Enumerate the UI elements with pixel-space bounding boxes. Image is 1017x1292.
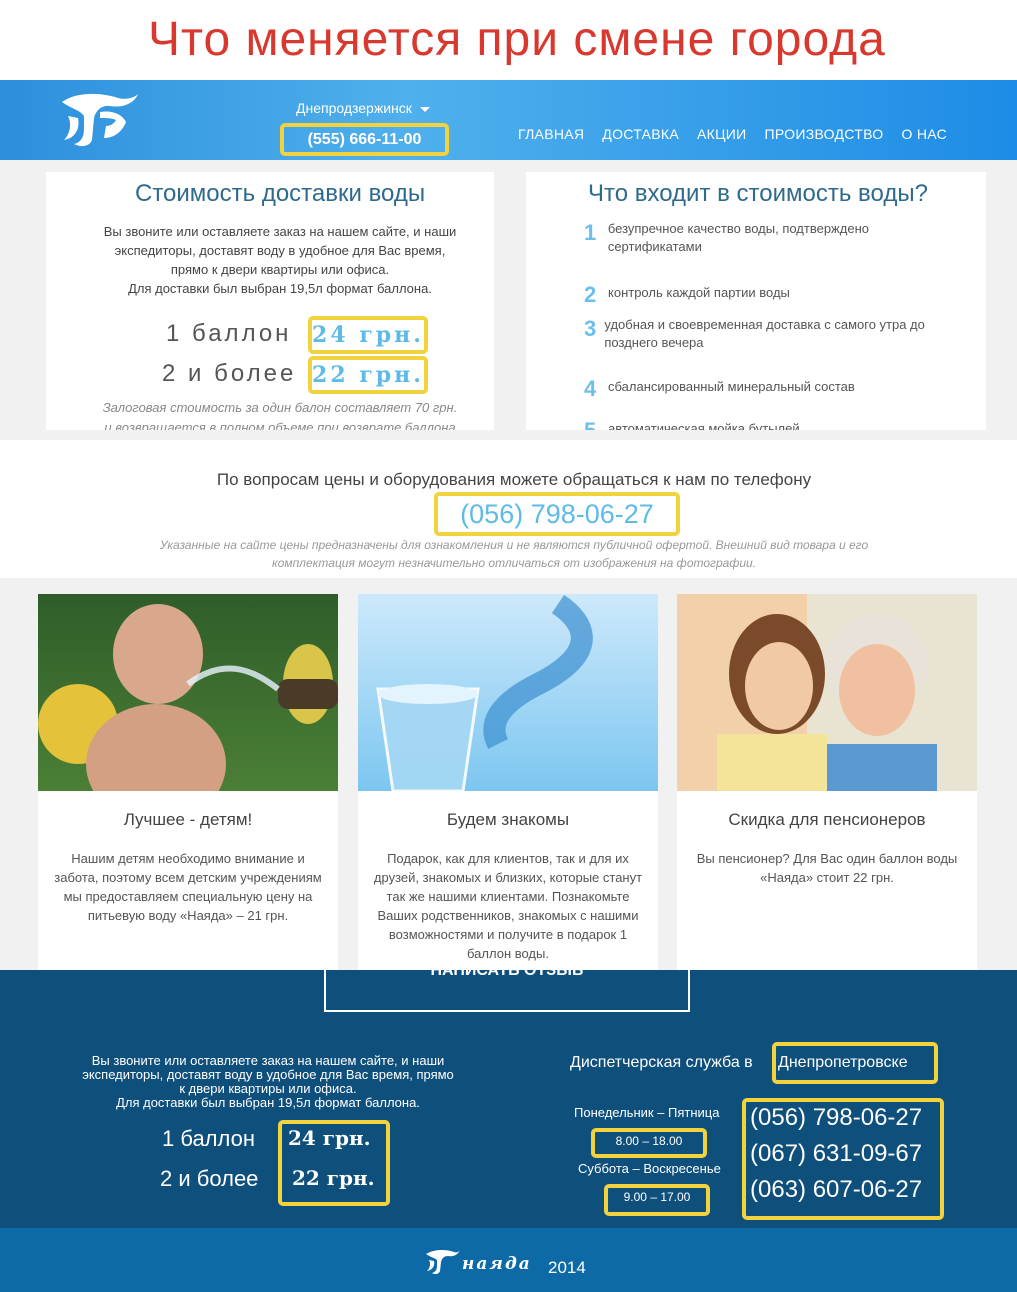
- feature-text: Нашим детям необходимо внимание и забота…: [54, 851, 322, 923]
- deposit-note: Залоговая стоимость за один балон состав…: [102, 400, 458, 430]
- weekdays-time: 8.00 – 18.00: [591, 1128, 707, 1158]
- nav-delivery[interactable]: ДОСТАВКА: [602, 126, 679, 142]
- feature-title: Будем знакомы: [446, 810, 570, 829]
- list-item: 2 контроль каждой партии воды: [584, 282, 964, 308]
- dispatch-phone-3[interactable]: (063) 607-06-27: [750, 1176, 922, 1204]
- list-number: 4: [584, 376, 597, 401]
- main-nav: ГЛАВНАЯ ДОСТАВКА АКЦИИ ПРОИЗВОДСТВО О НА…: [518, 126, 947, 142]
- delivery-format: Для доставки был выбран 19,5л формат бал…: [128, 281, 432, 296]
- price-2-highlight: 22 грн.: [308, 356, 428, 394]
- contact-phone[interactable]: (056) 798-06-27: [434, 492, 680, 536]
- dispatch-city: Днепропетровске: [778, 1054, 908, 1071]
- site-footer: наяда 2014: [0, 1228, 1017, 1292]
- list-number: 3: [584, 316, 597, 341]
- feature-card-seniors: Скидка для пенсионеров Вы пенсионер? Для…: [677, 594, 977, 970]
- list-item: 5 автоматическая мойка бутылей: [584, 418, 964, 430]
- weekend-label: Суббота – Воскресенье: [578, 1161, 721, 1176]
- city-name: Днепродзержинск: [296, 100, 412, 116]
- delivery-cost-card: Стоимость доставки воды Вы звоните или о…: [46, 172, 494, 430]
- feature-text: Вы пенсионер? Для Вас один баллон воды «…: [696, 851, 958, 885]
- dispatch-phones-highlight: (056) 798-06-27 (067) 631-09-67 (063) 60…: [742, 1098, 944, 1220]
- delivery-text: Вы звоните или оставляете заказ на нашем…: [103, 224, 457, 277]
- write-review-button[interactable]: НАПИСАТЬ ОТЗЫВ: [324, 970, 690, 1012]
- list-text: сбалансированный минеральный состав: [608, 379, 855, 394]
- list-text: контроль каждой партии воды: [608, 285, 790, 300]
- list-text: автоматическая мойка бутылей: [608, 421, 800, 430]
- city-selector[interactable]: Днепродзержинск: [296, 100, 430, 116]
- feature-card-kids: Лучшее - детям! Нашим детям необходимо в…: [38, 594, 338, 970]
- women-image: [677, 594, 977, 791]
- price-1-highlight: 24 грн.: [308, 316, 428, 354]
- bottom-price-highlight: 24 грн. 22 грн.: [278, 1120, 390, 1206]
- bottom-price-1-label: 1 баллон: [162, 1126, 255, 1151]
- dispatch-city-highlight: Днепропетровске: [772, 1042, 938, 1084]
- contact-box: По вопросам цены и оборудования можете о…: [44, 452, 984, 576]
- dispatch-band: НАПИСАТЬ ОТЗЫВ Вы звоните или оставляете…: [0, 970, 1017, 1228]
- bottom-price-1-value: 24 грн.: [288, 1126, 371, 1150]
- price-2-label: 2 и более: [162, 360, 297, 387]
- footer-brand: наяда: [462, 1254, 532, 1274]
- list-item: 3 удобная и своевременная доставка с сам…: [584, 316, 964, 352]
- kid-water-image: [38, 594, 338, 791]
- included-title: Что входит в стоимость воды?: [588, 180, 928, 207]
- list-text: удобная и своевременная доставка с самог…: [604, 317, 925, 350]
- price-2-value: 22 грн.: [312, 362, 424, 388]
- delivery-title: Стоимость доставки воды: [135, 180, 426, 207]
- list-number: 1: [584, 220, 597, 245]
- list-item: 1 безупречное качество воды, подтвержден…: [584, 220, 964, 256]
- nav-home[interactable]: ГЛАВНАЯ: [518, 126, 584, 142]
- chevron-down-icon: [419, 106, 430, 112]
- feature-card-friends: Будем знакомы Подарок, как для клиентов,…: [358, 594, 658, 970]
- site-header: Днепродзержинск (555) 666-11-00 ГЛАВНАЯ …: [0, 80, 1017, 160]
- write-review-label: НАПИСАТЬ ОТЗЫВ: [430, 970, 584, 979]
- feature-title: Лучшее - детям!: [123, 810, 253, 829]
- dispatch-phone-2[interactable]: (067) 631-09-67: [750, 1140, 922, 1168]
- nav-about[interactable]: О НАС: [901, 126, 947, 142]
- list-number: 5: [584, 418, 608, 430]
- list-item: 4 сбалансированный минеральный состав: [584, 376, 964, 402]
- header-phone[interactable]: (555) 666-11-00: [280, 123, 449, 156]
- bottom-delivery-text: Вы звоните или оставляете заказ на нашем…: [82, 1053, 454, 1096]
- water-glass-image: [358, 594, 658, 791]
- contact-question: По вопросам цены и оборудования можете о…: [216, 470, 812, 489]
- nav-production[interactable]: ПРОИЗВОДСТВО: [764, 126, 883, 142]
- naiada-logo-icon[interactable]: [56, 88, 138, 150]
- price-1-label: 1 баллон: [166, 320, 292, 347]
- page-title: Что меняется при смене города: [148, 13, 886, 66]
- naiada-logo-icon: [426, 1249, 460, 1275]
- list-number: 2: [584, 282, 597, 307]
- feature-text: Подарок, как для клиентов, так и для их …: [373, 851, 643, 961]
- list-text: безупречное качество воды, подтверждено …: [607, 221, 869, 254]
- bottom-price-2-value: 22 грн.: [292, 1166, 375, 1190]
- weekdays-label: Понедельник – Пятница: [574, 1105, 720, 1120]
- bottom-delivery-format: Для доставки был выбран 19,5л формат бал…: [116, 1095, 420, 1110]
- feature-title: Скидка для пенсионеров: [728, 810, 926, 829]
- nav-promotions[interactable]: АКЦИИ: [697, 126, 746, 142]
- footer-logo[interactable]: наяда: [424, 1248, 536, 1276]
- weekend-time: 9.00 – 17.00: [604, 1184, 710, 1216]
- price-1-value: 24 грн.: [312, 322, 424, 348]
- dispatch-phone-1[interactable]: (056) 798-06-27: [750, 1104, 922, 1132]
- price-disclaimer: Указанные на сайте цены предназначены дл…: [159, 538, 869, 570]
- dispatch-label: Диспетчерская служба в: [570, 1054, 753, 1071]
- included-card: Что входит в стоимость воды? 1 безупречн…: [526, 172, 986, 430]
- bottom-price-2-label: 2 и более: [160, 1166, 259, 1191]
- footer-year: 2014: [548, 1258, 586, 1277]
